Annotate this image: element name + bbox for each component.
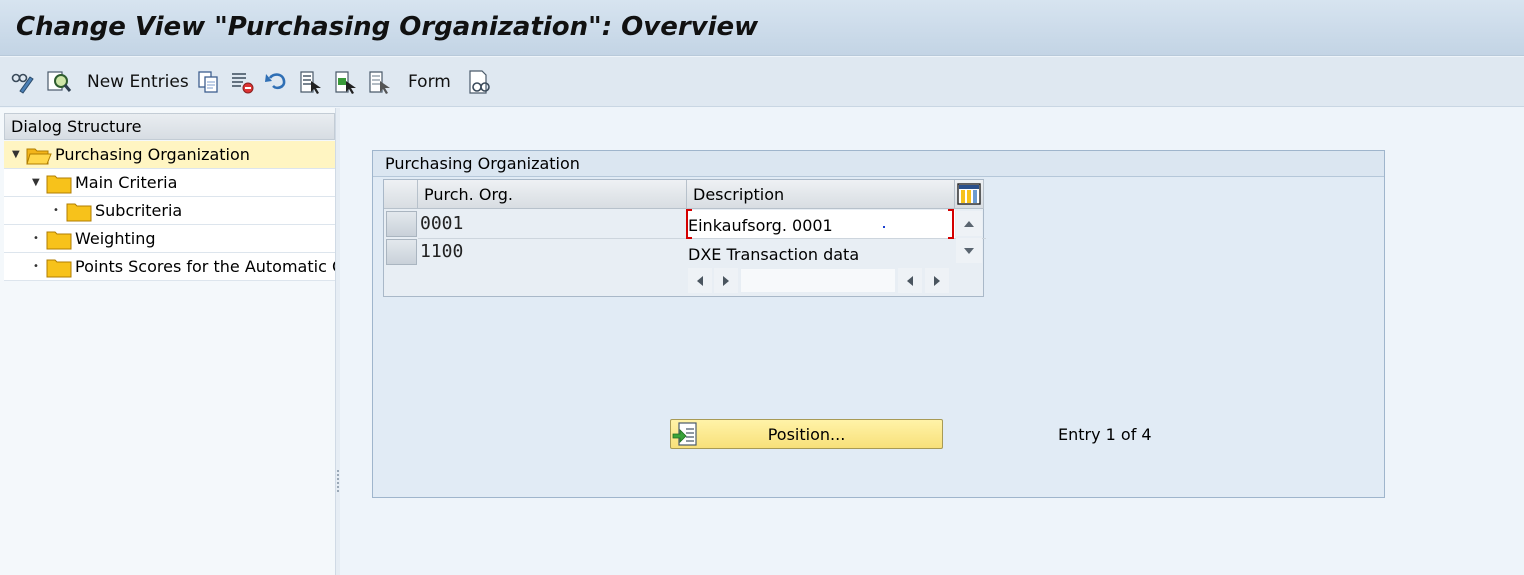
copy-icon — [198, 71, 218, 93]
scroll-right-icon — [934, 275, 940, 286]
select-block-button[interactable] — [333, 67, 359, 97]
purch-org-cell[interactable]: 0001 — [420, 213, 685, 241]
scroll-left-icon — [697, 275, 703, 286]
horizontal-scroll-track[interactable] — [741, 269, 895, 292]
position-button[interactable]: Position... — [670, 419, 943, 449]
dialog-structure-panel: Dialog Structure ▼ Purchasing Organizati… — [0, 108, 336, 575]
scroll-left-icon — [907, 275, 913, 286]
folder-icon — [46, 175, 72, 194]
tree-node-label: Points Scores for the Automatic Criteria — [75, 257, 335, 276]
expand-arrow-icon[interactable]: ▼ — [32, 177, 40, 188]
tree-node-label: Purchasing Organization — [55, 145, 250, 164]
title-bar: Change View "Purchasing Organization": O… — [0, 0, 1524, 56]
folder-icon — [66, 203, 92, 222]
leaf-bullet-icon: • — [33, 233, 39, 244]
dialog-structure-title: Dialog Structure — [11, 117, 142, 136]
find-button[interactable] — [46, 67, 72, 97]
description-cell[interactable]: Einkaufsorg. 0001 — [687, 210, 955, 238]
find-icon — [47, 71, 72, 92]
row-selector[interactable] — [386, 211, 417, 237]
scroll-up-button[interactable] — [956, 211, 982, 236]
dialog-structure-header: Dialog Structure — [4, 113, 335, 140]
position-button-label: Position... — [767, 425, 846, 444]
tree-node-label: Main Criteria — [75, 173, 178, 192]
splitter-grip[interactable] — [337, 470, 339, 492]
deselect-all-button[interactable] — [367, 67, 393, 97]
scroll-down-button[interactable] — [956, 238, 982, 263]
scroll-up-icon — [964, 220, 974, 227]
select-all-rows-header[interactable] — [384, 180, 418, 209]
form-label: Form — [408, 72, 451, 92]
row-selector[interactable] — [386, 239, 417, 265]
table-settings-icon — [957, 183, 981, 205]
display-change-button[interactable] — [10, 67, 36, 97]
purchasing-org-table: Purch. Org. Description 0001 Einkaufsorg… — [383, 179, 986, 297]
undo-button[interactable] — [263, 67, 289, 97]
description-cell[interactable]: DXE Transaction data — [687, 239, 955, 267]
open-folder-icon — [26, 148, 52, 165]
tree-node-subcriteria[interactable]: • Subcriteria — [4, 197, 335, 225]
column-header-label: Description — [693, 185, 785, 204]
scroll-right-icon — [723, 275, 729, 286]
group-title: Purchasing Organization — [385, 154, 580, 173]
entry-counter: Entry 1 of 4 — [1058, 425, 1152, 444]
tree-node-weighting[interactable]: • Weighting — [4, 225, 335, 253]
new-entries-label: New Entries — [87, 72, 189, 92]
panel-splitter[interactable] — [336, 108, 340, 575]
purch-org-cell[interactable]: 1100 — [420, 241, 685, 269]
application-toolbar: New Entries Form — [0, 57, 1524, 107]
scroll-right-button[interactable] — [714, 268, 738, 293]
leaf-bullet-icon: • — [53, 205, 59, 216]
leaf-bullet-icon: • — [33, 261, 39, 272]
form-button[interactable]: Form — [408, 67, 451, 97]
folder-icon — [46, 259, 72, 278]
group-header: Purchasing Organization — [373, 151, 1384, 177]
page-title: Change View "Purchasing Organization": O… — [16, 12, 759, 42]
column-header-purch-org[interactable]: Purch. Org. — [418, 180, 687, 209]
tree-node-points-scores[interactable]: • Points Scores for the Automatic Criter… — [4, 253, 335, 281]
expand-arrow-icon[interactable]: ▼ — [12, 149, 20, 160]
deselect-all-icon — [369, 71, 390, 94]
select-all-icon — [300, 71, 321, 94]
tree-node-main-criteria[interactable]: ▼ Main Criteria — [4, 169, 335, 197]
print-icon — [469, 70, 490, 94]
column-header-description[interactable]: Description — [687, 180, 955, 209]
dialog-structure-tree: ▼ Purchasing Organization ▼ Main Criteri… — [4, 141, 335, 281]
column-header-label: Purch. Org. — [424, 185, 513, 204]
print-button[interactable] — [466, 67, 492, 97]
scroll-down-icon — [964, 247, 974, 254]
copy-button[interactable] — [196, 67, 222, 97]
tree-node-purchasing-organization[interactable]: ▼ Purchasing Organization — [4, 141, 335, 169]
folder-icon — [46, 231, 72, 250]
display-change-icon — [11, 73, 34, 94]
scroll-left-button[interactable] — [898, 268, 922, 293]
undo-icon — [265, 73, 286, 90]
delete-button[interactable] — [229, 67, 255, 97]
select-block-icon — [335, 71, 356, 94]
table-settings-button[interactable] — [955, 180, 984, 209]
tree-node-label: Subcriteria — [95, 201, 183, 220]
new-entries-button[interactable]: New Entries — [87, 67, 189, 97]
scroll-right-button[interactable] — [925, 268, 949, 293]
tree-node-label: Weighting — [75, 229, 156, 248]
select-all-button[interactable] — [298, 67, 324, 97]
delete-icon — [232, 73, 254, 94]
scroll-left-button[interactable] — [688, 268, 712, 293]
